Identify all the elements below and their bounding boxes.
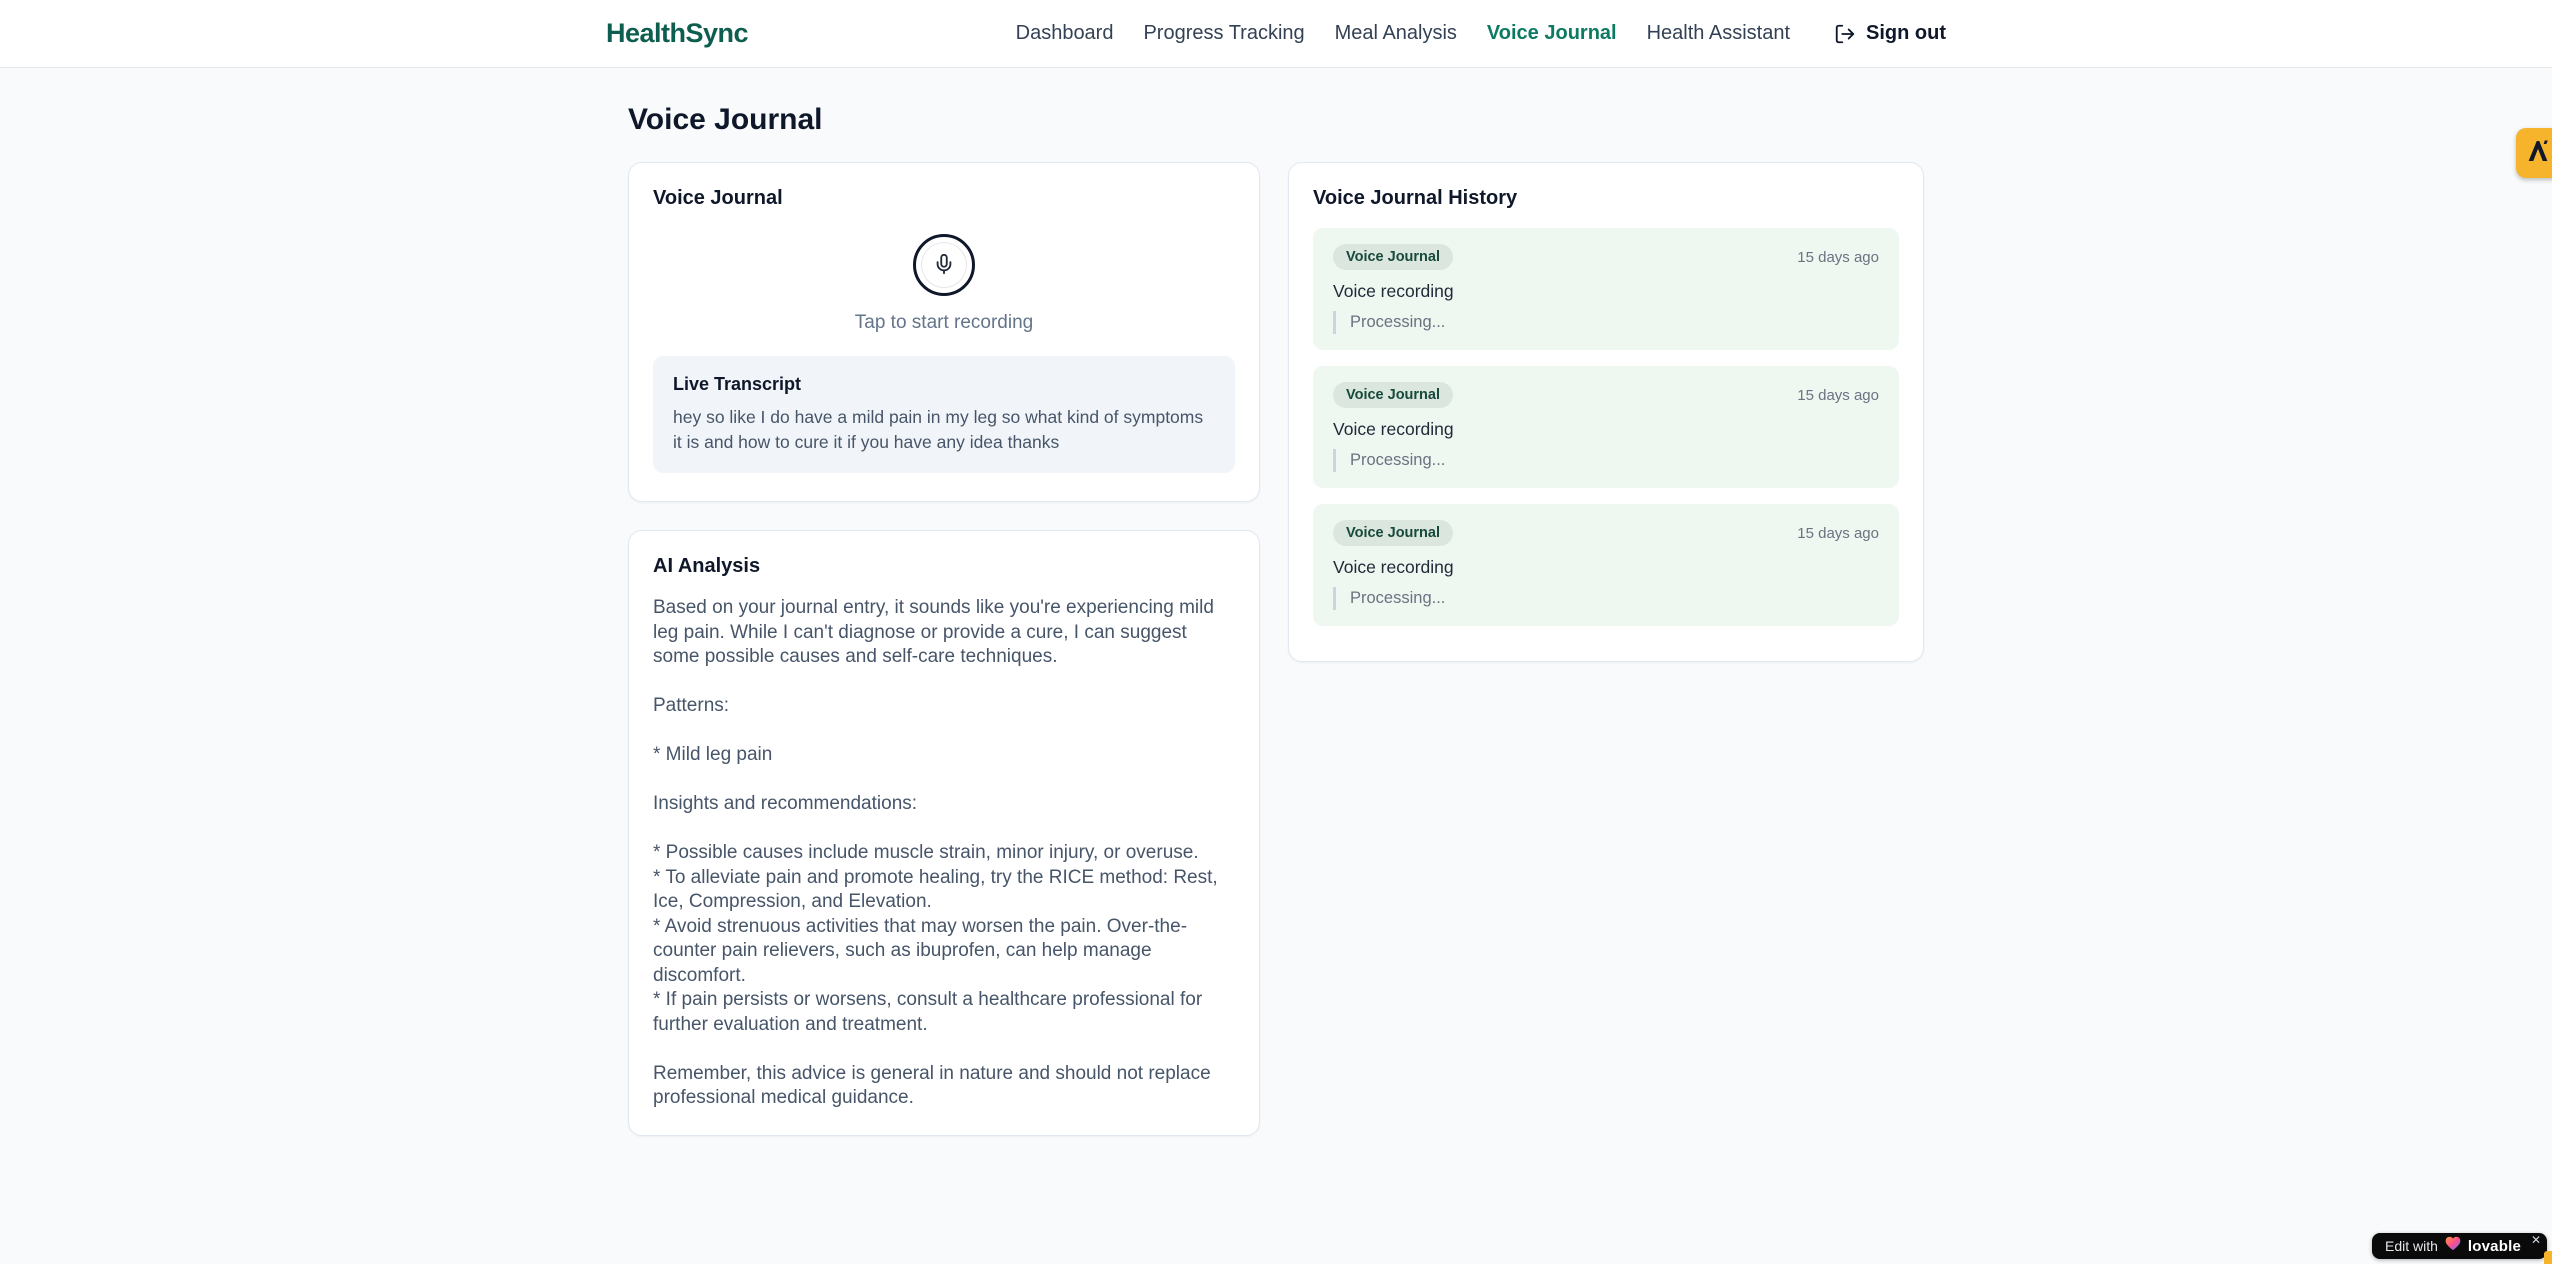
mic-icon bbox=[933, 253, 955, 278]
history-entry-header: Voice Journal 15 days ago bbox=[1333, 520, 1879, 546]
history-entry[interactable]: Voice Journal 15 days ago Voice recordin… bbox=[1313, 228, 1899, 350]
nav-item-meal-analysis[interactable]: Meal Analysis bbox=[1335, 22, 1457, 45]
entry-summary: Voice recording bbox=[1333, 419, 1454, 439]
tap-to-record-hint: Tap to start recording bbox=[854, 312, 1034, 333]
entry-timestamp: 15 days ago bbox=[1797, 524, 1879, 542]
sign-out-button[interactable]: Sign out bbox=[1834, 22, 1946, 45]
nav-item-progress-tracking[interactable]: Progress Tracking bbox=[1143, 22, 1304, 45]
entry-timestamp: 15 days ago bbox=[1797, 386, 1879, 404]
lovable-badge-name: lovable bbox=[2467, 1237, 2521, 1255]
page-title: Voice Journal bbox=[628, 103, 823, 136]
voice-journal-card-title: Voice Journal bbox=[653, 187, 783, 209]
ai-analysis-card: AI Analysis Based on your journal entry,… bbox=[628, 530, 1260, 1136]
browser-extension-tab[interactable] bbox=[2516, 128, 2552, 178]
voice-journal-history-card: Voice Journal History Voice Journal 15 d… bbox=[1288, 162, 1924, 662]
nav-item-health-assistant[interactable]: Health Assistant bbox=[1647, 22, 1790, 45]
app-logo[interactable]: HealthSync bbox=[606, 18, 749, 49]
voice-journal-card: Voice Journal Tap to start recording Liv… bbox=[628, 162, 1260, 502]
entry-status: Processing... bbox=[1333, 311, 1879, 334]
sign-out-label: Sign out bbox=[1866, 22, 1946, 44]
live-transcript-text: hey so like I do have a mild pain in my … bbox=[673, 407, 1204, 452]
edit-with-lovable-badge[interactable]: Edit with lovable ✕ bbox=[2371, 1233, 2547, 1259]
header-inner: HealthSync Dashboard Progress Tracking M… bbox=[606, 0, 1946, 67]
entry-type-badge: Voice Journal bbox=[1333, 244, 1454, 270]
header: HealthSync Dashboard Progress Tracking M… bbox=[0, 0, 2552, 68]
left-column: Voice Journal Tap to start recording Liv… bbox=[628, 162, 1260, 1136]
history-entry-header: Voice Journal 15 days ago bbox=[1333, 244, 1879, 270]
close-icon[interactable]: ✕ bbox=[2531, 1234, 2541, 1246]
main-nav: Dashboard Progress Tracking Meal Analysi… bbox=[1016, 22, 1946, 45]
live-transcript-title: Live Transcript bbox=[673, 374, 802, 394]
entry-status: Processing... bbox=[1333, 587, 1879, 610]
entry-type-badge: Voice Journal bbox=[1333, 520, 1454, 546]
lovable-badge-prefix: Edit with bbox=[2384, 1238, 2438, 1254]
history-entry[interactable]: Voice Journal 15 days ago Voice recordin… bbox=[1313, 366, 1899, 488]
entry-status: Processing... bbox=[1333, 449, 1879, 472]
live-transcript-box: Live Transcript hey so like I do have a … bbox=[653, 356, 1235, 473]
nav-item-voice-journal[interactable]: Voice Journal bbox=[1487, 22, 1617, 45]
lovable-heart-icon bbox=[2445, 1236, 2461, 1256]
ai-analysis-body: Based on your journal entry, it sounds l… bbox=[653, 597, 1218, 1108]
content-grid: Voice Journal Tap to start recording Liv… bbox=[628, 162, 1924, 1136]
entry-timestamp: 15 days ago bbox=[1797, 248, 1879, 266]
recorder-area: Tap to start recording Live Transcript h… bbox=[653, 228, 1235, 477]
nav-item-dashboard[interactable]: Dashboard bbox=[1016, 22, 1114, 45]
corner-widget-sliver bbox=[2544, 1251, 2552, 1264]
lambda-logo-icon bbox=[2523, 136, 2552, 171]
history-entry-header: Voice Journal 15 days ago bbox=[1333, 382, 1879, 408]
history-list: Voice Journal 15 days ago Voice recordin… bbox=[1313, 228, 1899, 626]
record-button[interactable] bbox=[913, 234, 975, 296]
history-entry[interactable]: Voice Journal 15 days ago Voice recordin… bbox=[1313, 504, 1899, 626]
main-content: Voice Journal Voice Journal Tap to start… bbox=[628, 68, 1924, 1136]
history-card-title: Voice Journal History bbox=[1313, 187, 1518, 209]
log-out-icon bbox=[1834, 23, 1856, 45]
entry-summary: Voice recording bbox=[1333, 281, 1454, 301]
entry-type-badge: Voice Journal bbox=[1333, 382, 1454, 408]
ai-analysis-title: AI Analysis bbox=[653, 555, 761, 577]
entry-summary: Voice recording bbox=[1333, 557, 1454, 577]
